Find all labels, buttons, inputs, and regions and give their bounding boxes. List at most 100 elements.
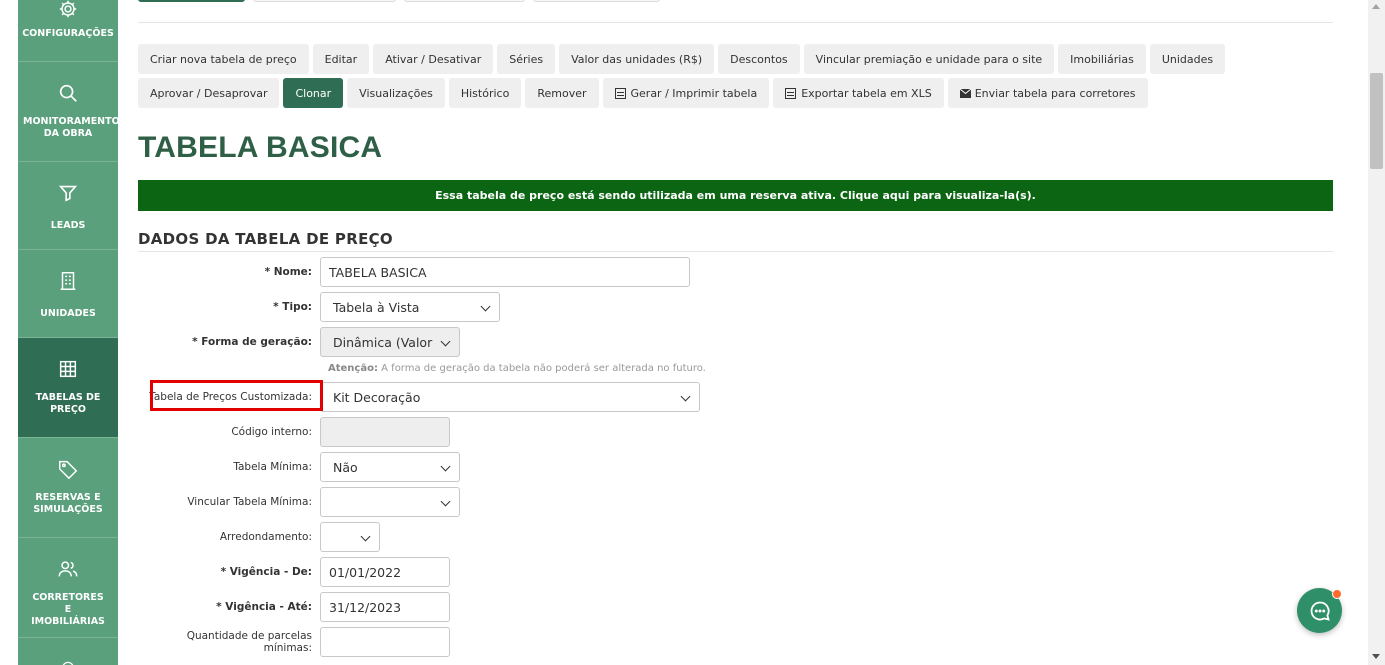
form-row-codigo: Código interno: (138, 417, 450, 447)
hint-bold: Atenção: (328, 363, 378, 374)
criar-nova-tabela-button[interactable]: Criar nova tabela de preço (138, 44, 309, 74)
sidebar-item-label: CONFIGURAÇÕES (22, 28, 114, 39)
clonar-button[interactable]: Clonar (283, 78, 344, 108)
forma-geracao-hint: Atenção: A forma de geração da tabela nã… (328, 363, 706, 374)
table-icon (785, 87, 797, 99)
form-row-vincular: Vincular Tabela Mínima: (138, 487, 460, 517)
search-icon (59, 84, 77, 102)
table-icon (614, 87, 626, 99)
arredondamento-select[interactable] (320, 522, 380, 552)
form-row-minima: Tabela Mínima: Não (138, 452, 460, 482)
minima-label: Tabela Mínima: (233, 461, 312, 473)
vincular-premiacao-button[interactable]: Vincular premiação e unidade para o site (803, 44, 1055, 74)
form-row-parcelas: Quantidade de parcelas mínimas: (138, 627, 450, 657)
arredondamento-label: Arredondamento: (219, 531, 312, 543)
left-gap (0, 0, 18, 665)
tipo-select[interactable]: Tabela à Vista (320, 292, 500, 322)
historico-button[interactable]: Histórico (448, 78, 522, 108)
sidebar-item-label: LEADS (50, 220, 86, 231)
form-row-arredondamento: Arredondamento: (138, 522, 380, 552)
scroll-up-arrow[interactable] (1372, 4, 1380, 9)
top-tabs (138, 0, 660, 2)
scroll-down-arrow[interactable] (1372, 654, 1380, 659)
filter-icon (58, 185, 78, 202)
parcelas-label: Quantidade de parcelas mínimas: (186, 630, 312, 654)
valor-unidades-button[interactable]: Valor das unidades (R$) (559, 44, 715, 74)
form-row-vigencia-de: * Vigência - De: 01/01/2022 (138, 557, 450, 587)
enviar-corretores-button[interactable]: Enviar tabela para corretores (947, 78, 1148, 108)
unidades-button[interactable]: Unidades (1149, 44, 1226, 74)
highlight-box (150, 380, 323, 411)
form-row-tipo: * Tipo: Tabela à Vista (138, 292, 500, 322)
sidebar-item-unidades[interactable]: UNIDADES (18, 250, 118, 338)
descontos-button[interactable]: Descontos (718, 44, 800, 74)
top-tab[interactable] (533, 0, 660, 2)
sidebar-item-label: MONITORAMENTO DA OBRA (23, 116, 118, 139)
exportar-xls-button[interactable]: Exportar tabela em XLS (773, 78, 944, 108)
codigo-interno-input[interactable] (320, 417, 450, 447)
codigo-label: Código interno: (231, 426, 312, 438)
gear-icon (62, 661, 74, 665)
vigencia-ate-input[interactable]: 31/12/2023 (320, 592, 450, 622)
toolbar-row-2: Aprovar / Desaprovar Clonar Visualizaçõe… (138, 78, 1148, 108)
vincular-tabela-minima-select[interactable] (320, 487, 460, 517)
button-label: Exportar tabela em XLS (801, 86, 932, 100)
top-tab[interactable] (138, 0, 245, 2)
hint-text: A forma de geração da tabela não poderá … (377, 363, 706, 374)
sidebar-item-next[interactable] (18, 638, 118, 665)
sidebar-item-monitoramento[interactable]: MONITORAMENTO DA OBRA (18, 62, 118, 162)
nome-label: * Nome: (264, 266, 312, 278)
gerar-imprimir-button[interactable]: Gerar / Imprimir tabela (602, 78, 770, 108)
ativar-desativar-button[interactable]: Ativar / Desativar (373, 44, 494, 74)
tipo-label: * Tipo: (273, 301, 312, 313)
nome-input[interactable]: TABELA BASICA (320, 257, 690, 287)
vincular-label: Vincular Tabela Mínima: (187, 496, 312, 508)
aprovar-desaprovar-button[interactable]: Aprovar / Desaprovar (138, 78, 280, 108)
forma-geracao-select[interactable]: Dinâmica (Valor (320, 327, 460, 357)
section-title: DADOS DA TABELA DE PREÇO (138, 230, 393, 248)
forma-label: * Forma de geração: (192, 336, 312, 348)
chat-bubble-icon (1310, 601, 1330, 621)
top-tab[interactable] (253, 0, 396, 2)
form-row-nome: * Nome: TABELA BASICA (138, 257, 690, 287)
remover-button[interactable]: Remover (525, 78, 599, 108)
sidebar-item-reservas[interactable]: RESERVAS E SIMULAÇÕES (18, 438, 118, 538)
form-row-vigencia-ate: * Vigência - Até: 31/12/2023 (138, 592, 450, 622)
sidebar-item-label: TABELAS DE PREÇO (35, 392, 101, 415)
sidebar-item-leads[interactable]: LEADS (18, 162, 118, 250)
users-icon (58, 561, 78, 577)
sidebar-item-label: CORRETORES E IMOBILIÁRIAS (31, 592, 105, 627)
envelope-icon (959, 88, 971, 98)
notification-dot (1332, 589, 1342, 599)
gear-icon (59, 0, 77, 18)
sidebar-item-corretores[interactable]: CORRETORES E IMOBILIÁRIAS (18, 538, 118, 638)
sidebar-item-configuracoes[interactable]: CONFIGURAÇÕES (18, 0, 118, 62)
divider (138, 22, 1333, 23)
imobiliarias-button[interactable]: Imobiliárias (1058, 44, 1146, 74)
tag-icon (59, 460, 78, 480)
series-button[interactable]: Séries (497, 44, 556, 74)
vigencia-ate-label: * Vigência - Até: (216, 601, 312, 613)
sidebar-item-label: RESERVAS E SIMULAÇÕES (33, 492, 103, 515)
editar-button[interactable]: Editar (312, 44, 370, 74)
button-label: Gerar / Imprimir tabela (630, 86, 758, 100)
tabela-customizada-select[interactable]: Kit Decoração (320, 382, 700, 412)
active-reservation-banner[interactable]: Essa tabela de preço está sendo utilizad… (138, 180, 1333, 211)
visualizacoes-button[interactable]: Visualizações (347, 78, 445, 108)
sidebar-item-label: UNIDADES (40, 308, 96, 319)
scrollbar-thumb[interactable] (1370, 73, 1383, 169)
top-tab[interactable] (404, 0, 525, 2)
grid-icon (59, 360, 77, 378)
toolbar-row-1: Criar nova tabela de preço Editar Ativar… (138, 44, 1226, 74)
page-title: TABELA BASICA (138, 131, 383, 164)
vigencia-de-input[interactable]: 01/01/2022 (320, 557, 450, 587)
building-icon (60, 272, 76, 290)
sidebar: CONFIGURAÇÕES MONITORAMENTO DA OBRA LEAD… (18, 0, 118, 665)
form-row-forma: * Forma de geração: Dinâmica (Valor (138, 327, 460, 357)
divider (138, 251, 1333, 252)
vigencia-de-label: * Vigência - De: (220, 566, 312, 578)
tabela-minima-select[interactable]: Não (320, 452, 460, 482)
main-content: Criar nova tabela de preço Editar Ativar… (118, 0, 1368, 665)
parcelas-minimas-input[interactable] (320, 627, 450, 657)
sidebar-item-tabelas-de-preco[interactable]: TABELAS DE PREÇO (18, 338, 118, 438)
